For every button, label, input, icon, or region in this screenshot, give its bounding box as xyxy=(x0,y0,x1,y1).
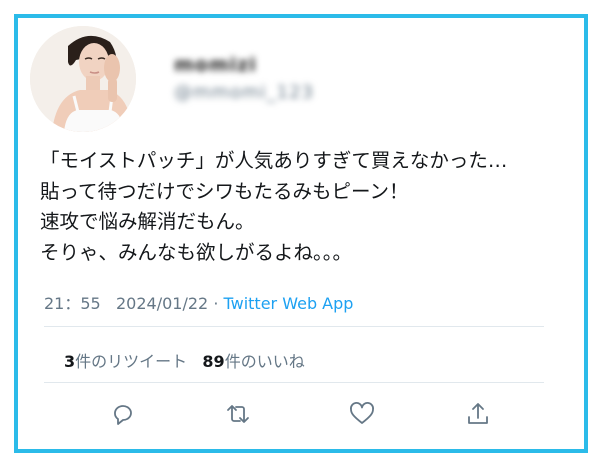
tweet-text: 「モイストパッチ」が人気ありすぎて買えなかった… 貼って待つだけでシワもたるみも… xyxy=(40,146,580,268)
tweet-line: 速攻で悩み解消だもん。 xyxy=(40,210,255,233)
retweet-icon xyxy=(227,405,249,423)
tweet-meta: 21：55 2024/01/22 · Twitter Web App xyxy=(44,290,353,314)
tweet-line: そりゃ、みんなも欲しがるよね。。。 xyxy=(40,240,353,264)
reply-button[interactable] xyxy=(106,398,138,430)
tweet-stats: 3件のリツイート 89件のいいね xyxy=(64,348,305,372)
tweet-source-app[interactable]: Twitter Web App xyxy=(224,294,354,313)
share-button[interactable] xyxy=(462,398,494,430)
retweet-stat[interactable]: 3件のリツイート xyxy=(64,352,187,371)
retweet-button[interactable] xyxy=(222,398,254,430)
meta-separator: · xyxy=(213,294,219,313)
tweet-time[interactable]: 21：55 xyxy=(44,294,101,313)
user-handle[interactable]: @mmomi_123 xyxy=(174,82,314,103)
like-stat[interactable]: 89件のいいね xyxy=(202,352,304,371)
tweet-line: 「モイストパッチ」が人気ありすぎて買えなかった… xyxy=(40,149,508,172)
divider xyxy=(44,326,544,327)
like-label: 件のいいね xyxy=(224,352,305,371)
avatar-image xyxy=(30,26,136,132)
display-name[interactable]: momizi xyxy=(174,54,257,76)
avatar[interactable] xyxy=(30,26,136,132)
divider xyxy=(44,382,544,383)
tweet-date[interactable]: 2024/01/22 xyxy=(116,294,208,313)
tweet-card: momizi @mmomi_123 「モイストパッチ」が人気ありすぎて買えなかっ… xyxy=(14,14,588,453)
action-bar xyxy=(18,398,584,430)
reply-icon xyxy=(114,405,132,425)
like-button[interactable] xyxy=(346,398,378,430)
share-icon xyxy=(468,403,488,424)
retweet-label: 件のリツイート xyxy=(75,352,188,371)
tweet-line: 貼って待つだけでシワもたるみもピーン！ xyxy=(40,179,409,203)
like-count: 89 xyxy=(202,352,225,371)
retweet-count: 3 xyxy=(64,352,76,371)
like-icon xyxy=(350,402,374,424)
